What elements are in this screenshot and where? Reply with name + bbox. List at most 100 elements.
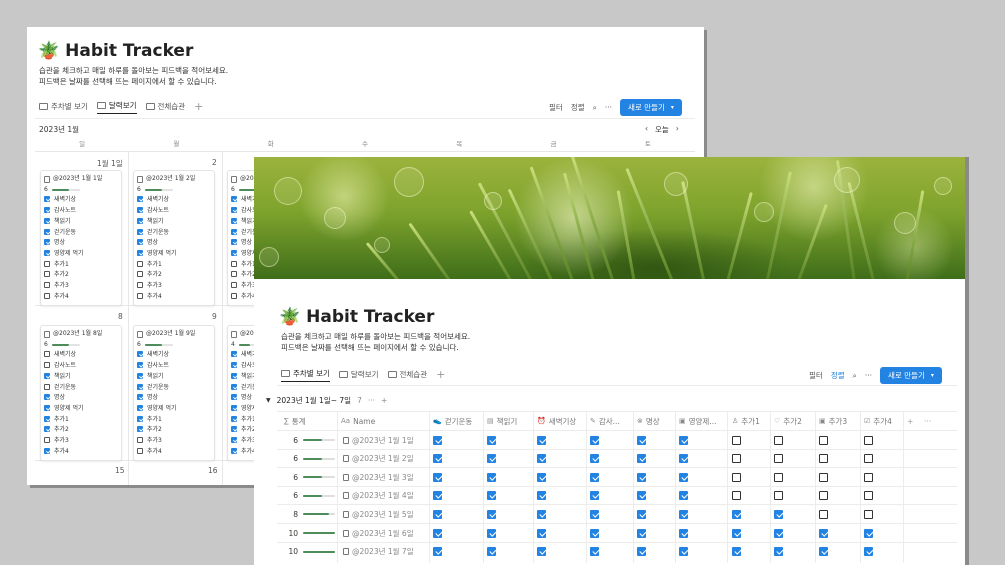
checkbox[interactable] [137,282,143,289]
table-row[interactable]: 8 @2023년 1월 5일 [277,504,957,523]
tab-calendar[interactable]: 달력보기 [338,366,379,382]
table-row[interactable]: 6 @2023년 1월 4일 [277,485,957,505]
checkbox[interactable] [864,528,873,538]
checkbox[interactable] [864,491,873,501]
checkbox[interactable] [774,435,783,445]
checkbox[interactable] [819,435,828,445]
toggle-down-icon[interactable]: ▼ [266,397,271,404]
table-row[interactable]: 6 @2023년 1월 3일 [277,467,957,486]
group-header[interactable]: ▼ 2023년 1월 1일~ 7일 7 ··· + [266,395,387,406]
checkbox[interactable] [44,394,50,401]
next-month-icon[interactable]: › [676,124,679,135]
add-view-icon[interactable]: + [436,368,445,381]
checkbox[interactable] [537,454,546,464]
checkbox[interactable] [590,491,599,501]
checkbox[interactable] [137,228,143,235]
checkbox[interactable] [637,491,646,501]
column-header[interactable]: ▣ 추가3 [819,416,847,427]
checkbox[interactable] [231,404,237,411]
checkbox[interactable] [231,249,237,256]
checkbox[interactable] [732,472,741,482]
checkbox[interactable] [537,547,546,557]
checkbox[interactable] [679,547,688,557]
checkbox[interactable] [433,435,442,445]
checkbox[interactable] [137,292,143,299]
column-header[interactable]: Aa Name [341,417,375,426]
column-header[interactable]: 👟 걷기운동 [433,416,472,427]
checkbox[interactable] [774,509,783,519]
checkbox[interactable] [44,415,50,422]
chevron-down-icon[interactable]: ▾ [671,104,674,111]
more-icon[interactable]: ··· [924,417,931,426]
day-card[interactable]: @2023년 1월 9일 6 새벽기상 감사노트 책읽기 걷기운동 명상 영양제 먹기 추가1 추… [133,325,215,462]
column-header[interactable]: ♡ 추가2 [774,416,802,427]
filter-button[interactable]: 필터 [549,102,563,113]
day-card[interactable]: @2023년 1월 1일 6 새벽기상 감사노트 책읽기 걷기운동 명상 영양제 먹기 추가1 추… [40,170,122,307]
checkbox[interactable] [637,435,646,445]
checkbox[interactable] [487,509,496,519]
checkbox[interactable] [679,491,688,501]
checkbox[interactable] [231,372,237,379]
checkbox[interactable] [487,454,496,464]
name-cell[interactable]: @2023년 1월 1일 [343,435,414,446]
checkbox[interactable] [137,196,143,203]
checkbox[interactable] [137,394,143,401]
checkbox[interactable] [590,454,599,464]
column-header[interactable]: ✎ 감사... [590,416,620,427]
checkbox[interactable] [732,509,741,519]
chevron-down-icon[interactable]: ▾ [931,372,934,379]
checkbox[interactable] [44,271,50,278]
checkbox[interactable] [137,260,143,267]
checkbox[interactable] [137,437,143,444]
checkbox[interactable] [44,217,50,224]
checkbox[interactable] [44,404,50,411]
new-button[interactable]: 새로 만들기 ▾ [619,99,682,116]
checkbox[interactable] [774,547,783,557]
checkbox[interactable] [537,528,546,538]
checkbox[interactable] [433,528,442,538]
checkbox[interactable] [433,547,442,557]
checkbox[interactable] [433,454,442,464]
checkbox[interactable] [433,491,442,501]
checkbox[interactable] [231,383,237,390]
checkbox[interactable] [590,528,599,538]
checkbox[interactable] [774,454,783,464]
checkbox[interactable] [231,271,237,278]
checkbox[interactable] [590,472,599,482]
checkbox[interactable] [487,547,496,557]
checkbox[interactable] [44,362,50,369]
checkbox[interactable] [537,509,546,519]
checkbox[interactable] [819,547,828,557]
new-button[interactable]: 새로 만들기 ▾ [879,367,942,384]
checkbox[interactable] [487,491,496,501]
checkbox[interactable] [44,426,50,433]
checkbox[interactable] [231,415,237,422]
checkbox[interactable] [137,249,143,256]
day-card[interactable]: @2023년 1월 2일 6 새벽기상 감사노트 책읽기 걷기운동 명상 영양제 먹기 추가1 추… [133,170,215,307]
checkbox[interactable] [679,454,688,464]
column-header[interactable]: ♙ 추가1 [732,416,760,427]
checkbox[interactable] [44,372,50,379]
add-view-icon[interactable]: + [194,100,203,113]
checkbox[interactable] [487,528,496,538]
checkbox[interactable] [137,239,143,246]
checkbox[interactable] [774,491,783,501]
more-icon[interactable]: ··· [605,103,612,112]
table-row[interactable]: 6 @2023년 1월 1일 [277,430,957,449]
checkbox[interactable] [637,472,646,482]
checkbox[interactable] [231,196,237,203]
checkbox[interactable] [864,435,873,445]
add-icon[interactable]: + [381,396,387,405]
checkbox[interactable] [819,528,828,538]
checkbox[interactable] [137,372,143,379]
checkbox[interactable] [44,228,50,235]
checkbox[interactable] [137,351,143,358]
more-icon[interactable]: ··· [865,371,872,380]
sort-button[interactable]: 정렬 [831,370,845,381]
checkbox[interactable] [44,383,50,390]
name-cell[interactable]: @2023년 1월 7일 [343,546,414,557]
column-header[interactable]: ▤ 책읽기 [487,416,517,427]
checkbox[interactable] [537,491,546,501]
checkbox[interactable] [44,239,50,246]
checkbox[interactable] [864,454,873,464]
